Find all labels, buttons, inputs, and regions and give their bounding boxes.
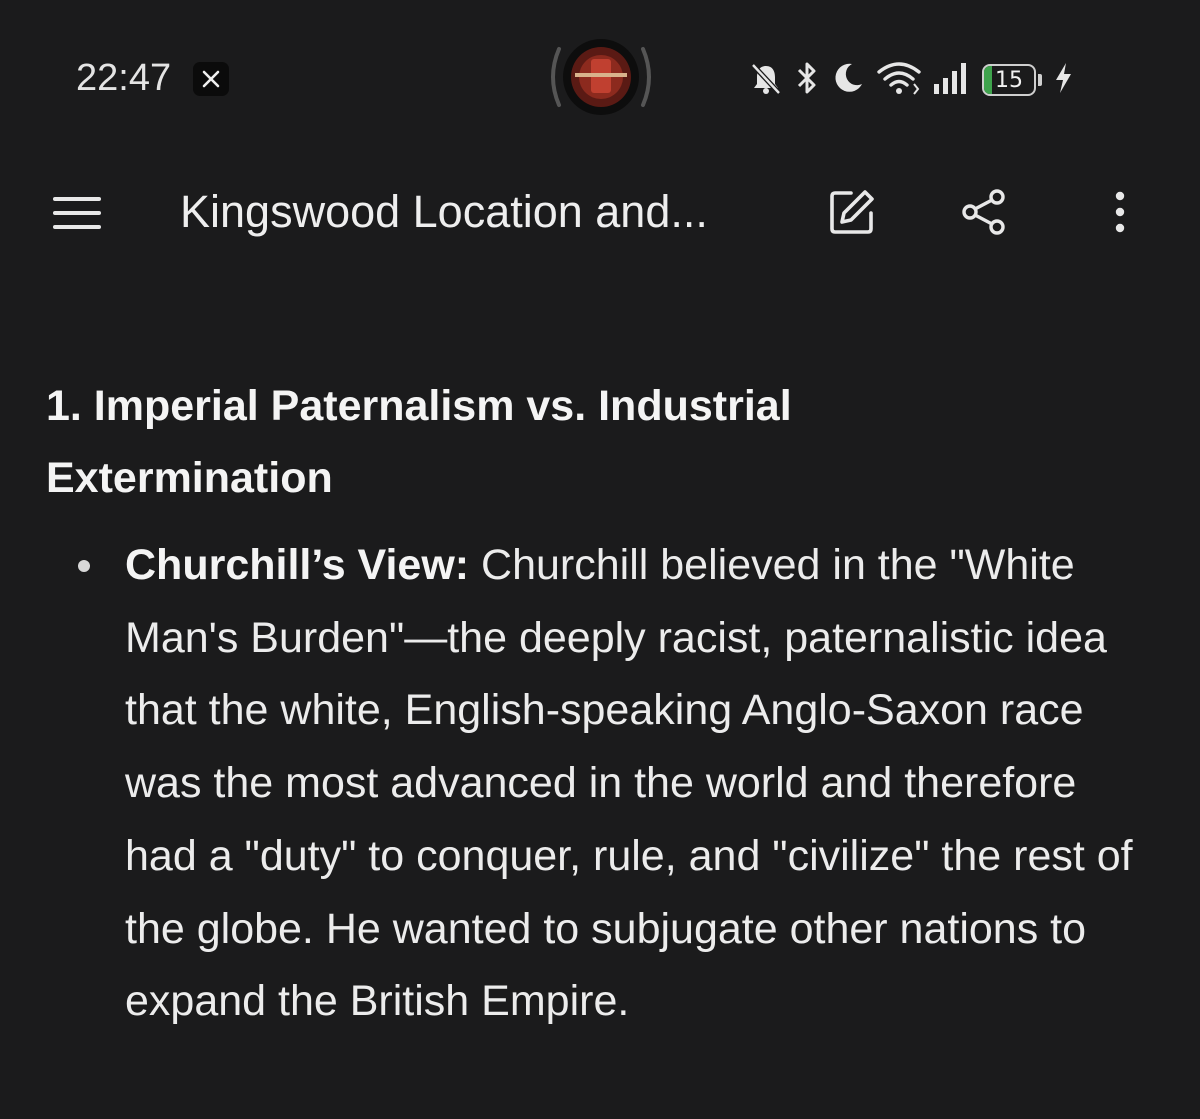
conversation-title[interactable]: Kingswood Location and... bbox=[180, 184, 780, 240]
front-camera-avatar bbox=[545, 37, 657, 117]
wifi-icon bbox=[876, 60, 922, 101]
bullet-point bbox=[78, 560, 90, 572]
more-options-icon[interactable] bbox=[1092, 180, 1148, 244]
edit-icon[interactable] bbox=[818, 180, 886, 244]
bluetooth-icon bbox=[794, 59, 820, 102]
mute-bell-icon bbox=[748, 60, 784, 101]
bullet-body: Churchill believed in the "White Man's B… bbox=[125, 541, 1133, 1026]
heading-line-1: 1. Imperial Paternalism vs. Industrial bbox=[46, 382, 792, 430]
battery-icon: 15 bbox=[982, 64, 1042, 96]
battery-level: 15 bbox=[995, 67, 1023, 93]
screen: 22:47 15 Kingswood Location and... 1. Im… bbox=[0, 0, 1200, 1119]
status-time: 22:47 bbox=[76, 57, 172, 99]
heading-line-2: Extermination bbox=[46, 454, 333, 502]
share-icon[interactable] bbox=[950, 180, 1018, 244]
signal-icon bbox=[932, 60, 972, 101]
menu-icon[interactable] bbox=[44, 186, 110, 240]
bullet-label: Churchill’s View: bbox=[125, 541, 470, 589]
charging-icon bbox=[1052, 60, 1074, 101]
x-notification-icon bbox=[193, 62, 229, 96]
section-heading: 1. Imperial Paternalism vs. Industrial E… bbox=[46, 370, 1146, 514]
status-icons: 15 bbox=[748, 56, 1074, 104]
bullet-item: Churchill’s View: Churchill believed in … bbox=[125, 529, 1160, 1038]
moon-icon bbox=[830, 60, 866, 101]
